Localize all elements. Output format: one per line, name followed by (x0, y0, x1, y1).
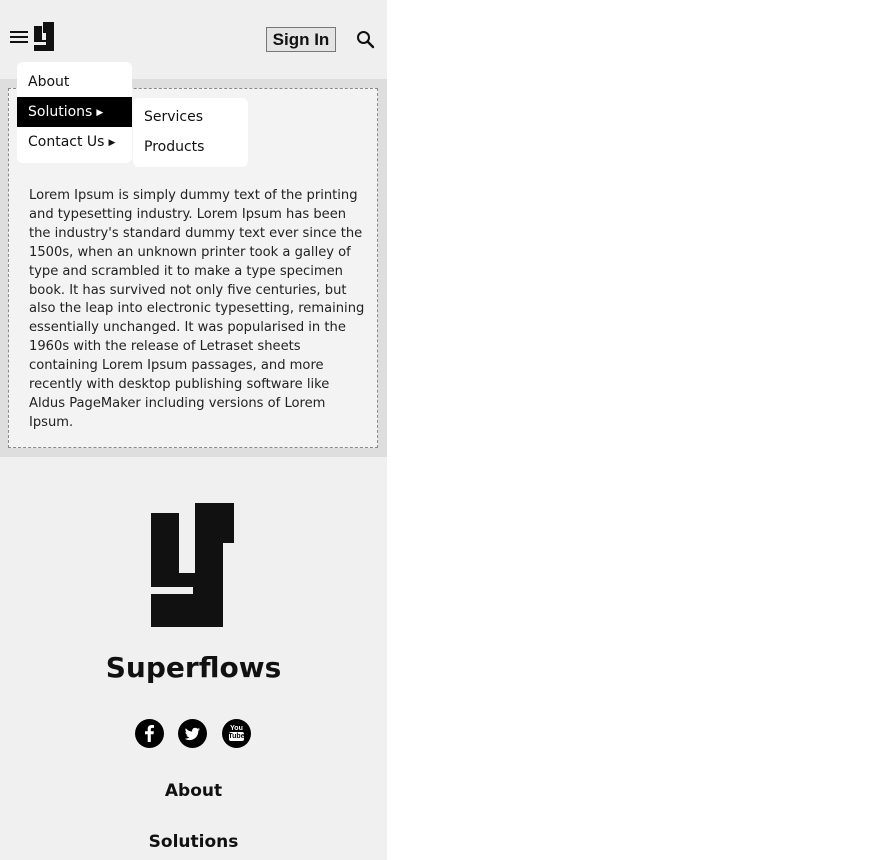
twitter-icon[interactable] (178, 719, 207, 748)
youtube-icon[interactable]: You Tube (222, 719, 251, 748)
submenu-item-services[interactable]: Services (144, 109, 203, 125)
menu-item-label: Solutions (28, 104, 93, 120)
brand-name: Superflows (105, 651, 282, 684)
body-text: Lorem Ipsum is simply dummy text of the … (29, 188, 365, 430)
solutions-submenu: Services Products (133, 98, 248, 167)
menu-item-solutions[interactable]: Solutions ▶ (17, 97, 132, 127)
menu-item-about[interactable]: About (17, 67, 132, 97)
menu-icon[interactable] (10, 28, 30, 46)
dropdown-menu: About Solutions ▶ Contact Us ▶ (17, 62, 132, 163)
menu-item-contact-us[interactable]: Contact Us ▶ (17, 127, 132, 157)
search-icon[interactable] (356, 30, 376, 54)
footer-link-about[interactable]: About (0, 781, 387, 801)
facebook-icon[interactable] (135, 719, 164, 748)
sign-in-button[interactable]: Sign In (266, 27, 336, 52)
caret-right-icon: ▶ (96, 108, 104, 118)
logo-icon[interactable] (34, 22, 54, 55)
youtube-icon-lettering: You Tube (228, 725, 245, 740)
submenu-item-products[interactable]: Products (144, 139, 204, 155)
footer-link-solutions[interactable]: Solutions (0, 832, 387, 852)
mobile-viewport: Sign In Lorem Ipsum is simply dummy text… (0, 0, 387, 860)
menu-item-label: About (28, 74, 70, 90)
menu-item-label: Contact Us (28, 134, 105, 150)
caret-right-icon: ▶ (108, 138, 116, 148)
logo-icon (151, 503, 235, 631)
